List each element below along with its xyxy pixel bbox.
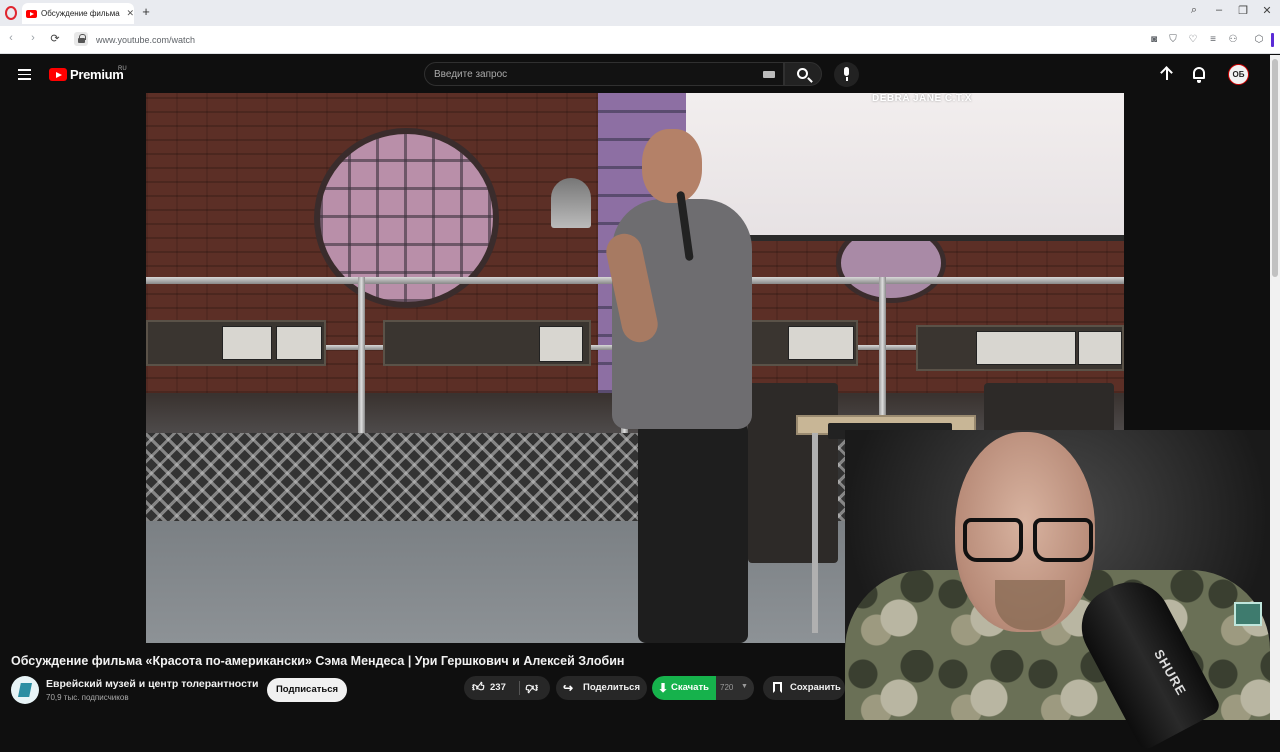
- chevron-down-icon[interactable]: ▼: [741, 683, 748, 690]
- share-button[interactable]: ↪ Поделиться: [556, 676, 647, 700]
- speaker-legs: [638, 423, 748, 643]
- browser-search-icon[interactable]: ⌕: [1185, 4, 1203, 17]
- tab-title: Обсуждение фильма «Красота по-американск…: [41, 9, 122, 18]
- like-icon[interactable]: 👍︎: [472, 681, 485, 694]
- video-title: Обсуждение фильма «Красота по-американск…: [11, 654, 625, 668]
- table-leg: [812, 433, 818, 633]
- dislike-icon[interactable]: 👍︎: [525, 681, 538, 695]
- browser-tab[interactable]: Обсуждение фильма «Красота по-американск…: [22, 3, 134, 24]
- keyboard-icon[interactable]: [763, 71, 775, 78]
- shield-icon[interactable]: ⛉: [1167, 34, 1179, 46]
- download-quality[interactable]: 720: [720, 683, 733, 692]
- upload-icon[interactable]: [1160, 66, 1174, 82]
- bookmark-icon: [773, 682, 782, 694]
- sidebar-indicator: [1271, 33, 1274, 47]
- scrollbar-thumb[interactable]: [1272, 59, 1278, 277]
- exhibit-panel: [916, 325, 1124, 371]
- search-icon: [797, 68, 808, 79]
- site-info-button[interactable]: [74, 32, 88, 46]
- download-icon: ⬇: [658, 681, 669, 695]
- minimize-button[interactable]: –: [1210, 4, 1228, 16]
- easy-setup-icon[interactable]: ≡: [1207, 34, 1219, 46]
- menu-icon[interactable]: [18, 69, 31, 80]
- notifications-icon[interactable]: [1193, 67, 1205, 83]
- close-window-button[interactable]: ✕: [1258, 4, 1276, 17]
- back-button[interactable]: ‹: [4, 32, 18, 44]
- search-input[interactable]: Введите запрос: [424, 62, 784, 86]
- beard: [995, 580, 1065, 630]
- like-count[interactable]: 237: [490, 682, 506, 693]
- ceiling-lamp: [551, 178, 591, 228]
- subscriber-count: 70,9 тыс. подписчиков: [46, 693, 129, 702]
- lock-icon: [78, 34, 86, 43]
- youtube-header: Premium RU Введите запрос ОБ: [0, 55, 1270, 93]
- like-dislike-group: 👍︎ 237 👍︎: [464, 676, 550, 700]
- screen-text: DEBRA JANE C.T.X: [872, 93, 972, 104]
- heart-icon[interactable]: ♡: [1187, 34, 1199, 46]
- chair: [748, 383, 838, 563]
- premium-logo-text[interactable]: Premium: [70, 67, 124, 82]
- reload-button[interactable]: ⟳: [48, 32, 62, 45]
- user-avatar[interactable]: ОБ: [1228, 64, 1249, 85]
- channel-name[interactable]: Еврейский музей и центр толерантности: [46, 678, 259, 690]
- extensions-icon[interactable]: ⬡: [1253, 34, 1265, 46]
- download-label: Скачать: [671, 682, 709, 693]
- opera-logo-icon[interactable]: [5, 6, 17, 20]
- webcam-overlay: SHURE: [845, 430, 1270, 752]
- tab-close-icon[interactable]: ✕: [126, 8, 134, 19]
- save-label: Сохранить: [790, 682, 841, 693]
- maximize-button[interactable]: ❐: [1234, 4, 1252, 17]
- exhibit-panel: [383, 320, 591, 366]
- glasses: [963, 518, 1093, 562]
- forward-button[interactable]: ›: [26, 32, 40, 44]
- exhibit-panel: [746, 320, 858, 366]
- divider: [519, 681, 520, 695]
- account-icon[interactable]: ⚇: [1227, 34, 1239, 46]
- youtube-favicon-icon: [26, 9, 37, 18]
- region-code: RU: [118, 66, 127, 72]
- subscribe-button[interactable]: Подписаться: [267, 678, 347, 702]
- download-button[interactable]: ⬇ Скачать 720 ▼: [652, 676, 754, 700]
- share-label: Поделиться: [583, 682, 641, 693]
- camera-icon[interactable]: ◙: [1148, 34, 1160, 46]
- search-button[interactable]: [784, 62, 822, 86]
- share-icon: ↪: [563, 681, 574, 695]
- exhibit-panel: [146, 320, 326, 366]
- youtube-logo-icon[interactable]: [49, 68, 67, 81]
- page-scrollbar[interactable]: [1270, 55, 1280, 720]
- channel-avatar[interactable]: [11, 676, 39, 704]
- projection-screen: DEBRA JANE C.T.X: [686, 93, 1124, 241]
- search-placeholder: Введите запрос: [434, 69, 508, 80]
- new-tab-button[interactable]: +: [139, 5, 153, 19]
- voice-search-button[interactable]: [834, 62, 859, 87]
- browser-tab-bar: Обсуждение фильма «Красота по-американск…: [0, 0, 1280, 26]
- url-field[interactable]: www.youtube.com/watch: [96, 35, 195, 45]
- ai-assistant-icon[interactable]: [1234, 602, 1262, 626]
- speaker-head: [642, 129, 702, 203]
- save-button[interactable]: Сохранить: [763, 676, 845, 700]
- address-bar: ‹ › ⟳ www.youtube.com/watch ◙ ⛉ ♡ ≡ ⚇ ⬡: [0, 26, 1280, 54]
